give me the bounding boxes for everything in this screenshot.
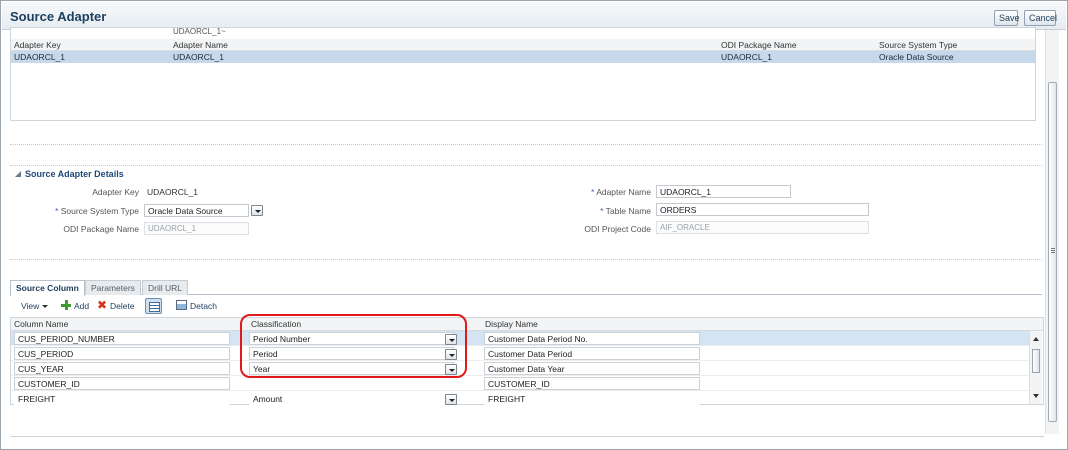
table-name-input[interactable]: ORDERS	[656, 203, 869, 216]
cell-source-system-type: Oracle Data Source	[879, 52, 954, 62]
page-scroll-thumb[interactable]	[1048, 82, 1057, 422]
cell-adapter-name: UDAORCL_1	[173, 52, 225, 62]
caret-down-icon	[42, 305, 49, 309]
source-system-type-label: * Source System Type	[55, 206, 139, 216]
freeze-columns-icon[interactable]	[145, 298, 162, 314]
table-row[interactable]: FREIGHT Amount FREIGHT	[11, 391, 1029, 406]
chevron-down-icon[interactable]	[445, 394, 457, 405]
detach-icon[interactable]	[176, 300, 187, 310]
tab-bar: Source Column Parameters Drill URL	[10, 278, 1042, 296]
odi-package-name-field: UDAORCL_1	[144, 222, 249, 235]
table-row[interactable]: CUS_YEAR Year Customer Data Year	[11, 361, 1029, 376]
delete-button[interactable]: Delete	[110, 301, 135, 311]
page-scrollbar[interactable]	[1045, 30, 1059, 434]
table-row[interactable]: CUS_PERIOD_NUMBER Period Number Customer…	[11, 331, 1029, 346]
grid-toolbar: View Add ✖ Delete Detach	[10, 296, 1036, 316]
cancel-button[interactable]: Cancel	[1024, 10, 1057, 26]
display-name-input[interactable]: Customer Data Year	[484, 362, 700, 375]
display-name-input[interactable]: Customer Data Period	[484, 347, 700, 360]
divider	[10, 144, 1042, 145]
grid-header: Column Name Classification Display Name	[11, 318, 1043, 331]
app-frame: Source Adapter Save Cancel UDAORCL_1~ Ad…	[0, 0, 1068, 450]
grid-scrollbar[interactable]	[1029, 331, 1042, 404]
odi-project-code-field: AIF_ORACLE	[656, 221, 869, 234]
classification-select[interactable]: Period Number	[249, 332, 454, 345]
chevron-down-icon[interactable]	[445, 364, 457, 375]
column-name-input[interactable]: FREIGHT	[14, 392, 230, 405]
column-name-input[interactable]: CUS_YEAR	[14, 362, 230, 375]
detach-button[interactable]: Detach	[190, 301, 217, 311]
chevron-down-icon[interactable]	[445, 334, 457, 345]
col-source-system-type[interactable]: Source System Type	[879, 40, 957, 50]
adapters-table: UDAORCL_1~ Adapter Key Adapter Name ODI …	[10, 27, 1036, 121]
display-name-input[interactable]: CUSTOMER_ID	[484, 377, 700, 390]
adapter-name-input[interactable]: UDAORCL_1	[656, 185, 791, 198]
divider	[10, 436, 1044, 437]
display-name-input[interactable]: FREIGHT	[484, 392, 700, 405]
add-icon[interactable]	[61, 300, 71, 310]
scroll-up-icon[interactable]	[1033, 337, 1039, 341]
delete-icon[interactable]: ✖	[97, 298, 107, 312]
adapter-key-label: Adapter Key	[92, 187, 139, 197]
adapter-key-value: UDAORCL_1	[147, 187, 199, 197]
table-row[interactable]: CUSTOMER_ID CUSTOMER_ID	[11, 376, 1029, 391]
classification-select[interactable]: Amount	[249, 392, 454, 405]
scroll-thumb[interactable]	[1032, 349, 1040, 373]
chevron-down-icon[interactable]	[251, 205, 263, 216]
add-button[interactable]: Add	[74, 301, 89, 311]
table-row[interactable]: CUS_PERIOD Period Customer Data Period	[11, 346, 1029, 361]
col-column-name[interactable]: Column Name	[14, 319, 68, 329]
tab-source-column[interactable]: Source Column	[10, 280, 85, 296]
odi-project-code-label: ODI Project Code	[584, 224, 651, 234]
col-adapter-key[interactable]: Adapter Key	[14, 40, 61, 50]
column-name-input[interactable]: CUS_PERIOD_NUMBER	[14, 332, 230, 345]
col-adapter-name[interactable]: Adapter Name	[173, 40, 228, 50]
column-name-input[interactable]: CUS_PERIOD	[14, 347, 230, 360]
column-name-input[interactable]: CUSTOMER_ID	[14, 377, 230, 390]
col-display-name[interactable]: Display Name	[485, 319, 538, 329]
tab-drill-url[interactable]: Drill URL	[142, 280, 188, 295]
tab-parameters[interactable]: Parameters	[85, 280, 141, 295]
source-system-type-select[interactable]: Oracle Data Source	[144, 204, 249, 217]
details-title: Source Adapter Details	[25, 169, 124, 179]
collapse-triangle-icon[interactable]	[15, 171, 21, 177]
table-row[interactable]: UDAORCL_1 UDAORCL_1 UDAORCL_1 Oracle Dat…	[11, 51, 1035, 63]
display-name-input[interactable]: Customer Data Period No.	[484, 332, 700, 345]
classification-select[interactable]: Year	[249, 362, 454, 375]
source-columns-grid: Column Name Classification Display Name …	[10, 317, 1044, 405]
cell-odi-package-name: UDAORCL_1	[721, 52, 773, 62]
odi-package-name-label: ODI Package Name	[63, 224, 139, 234]
table-name-label: * Table Name	[600, 206, 651, 216]
classification-select[interactable]: Period	[249, 347, 454, 360]
adapter-name-label: * Adapter Name	[590, 187, 651, 197]
col-odi-package-name[interactable]: ODI Package Name	[721, 40, 797, 50]
page-title: Source Adapter	[10, 9, 107, 24]
divider	[10, 259, 1042, 260]
partial-row-text: UDAORCL_1~	[173, 27, 226, 36]
cell-adapter-key: UDAORCL_1	[14, 52, 66, 62]
scroll-down-icon[interactable]	[1033, 394, 1039, 398]
view-menu[interactable]: View	[21, 301, 49, 311]
chevron-down-icon[interactable]	[445, 349, 457, 360]
adapters-table-header: Adapter Key Adapter Name ODI Package Nam…	[11, 39, 1035, 51]
col-classification[interactable]: Classification	[251, 319, 301, 329]
page-header: Source Adapter Save Cancel	[2, 2, 1066, 30]
save-button[interactable]: Save	[994, 10, 1020, 26]
